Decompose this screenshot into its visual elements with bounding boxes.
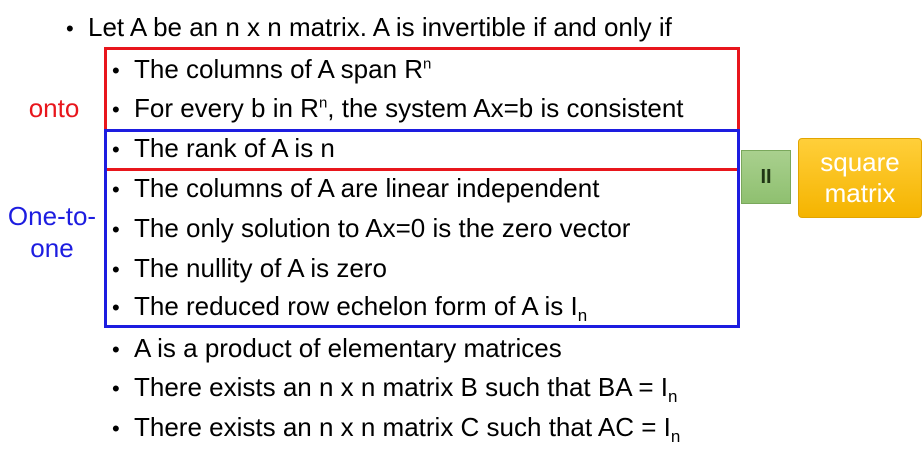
- one-to-one-label-line2: one: [30, 233, 74, 263]
- heading: • Let A be an n x n matrix. A is inverti…: [66, 12, 672, 44]
- equivalence-tile: II: [741, 150, 791, 204]
- one-to-one-label-line1: One-to-: [7, 201, 97, 231]
- square-matrix-tile: square matrix: [798, 138, 922, 218]
- heading-text: Let A be an n x n matrix. A is invertibl…: [88, 12, 672, 42]
- bullet: •: [112, 376, 120, 401]
- bullet: •: [112, 416, 120, 441]
- list-item: • There exists an n x n matrix C such th…: [112, 412, 681, 447]
- list-item: • A is a product of elementary matrices: [112, 333, 562, 365]
- bullet: •: [66, 16, 74, 41]
- square-matrix-line1: square: [820, 147, 900, 177]
- one-to-one-label: One-to- one: [0, 200, 104, 264]
- one-to-one-group-box: [104, 129, 740, 328]
- equals-symbol: II: [760, 165, 772, 188]
- item-text: A is a product of elementary matrices: [134, 333, 562, 363]
- item-text: There exists an n x n matrix B such that…: [134, 372, 668, 402]
- item-text: There exists an n x n matrix C such that…: [134, 412, 671, 442]
- subscript: n: [667, 387, 678, 407]
- onto-label: onto: [28, 93, 80, 123]
- bullet: •: [112, 337, 120, 362]
- square-matrix-line2: matrix: [824, 178, 896, 208]
- subscript: n: [670, 427, 681, 447]
- list-item: • There exists an n x n matrix B such th…: [112, 372, 678, 407]
